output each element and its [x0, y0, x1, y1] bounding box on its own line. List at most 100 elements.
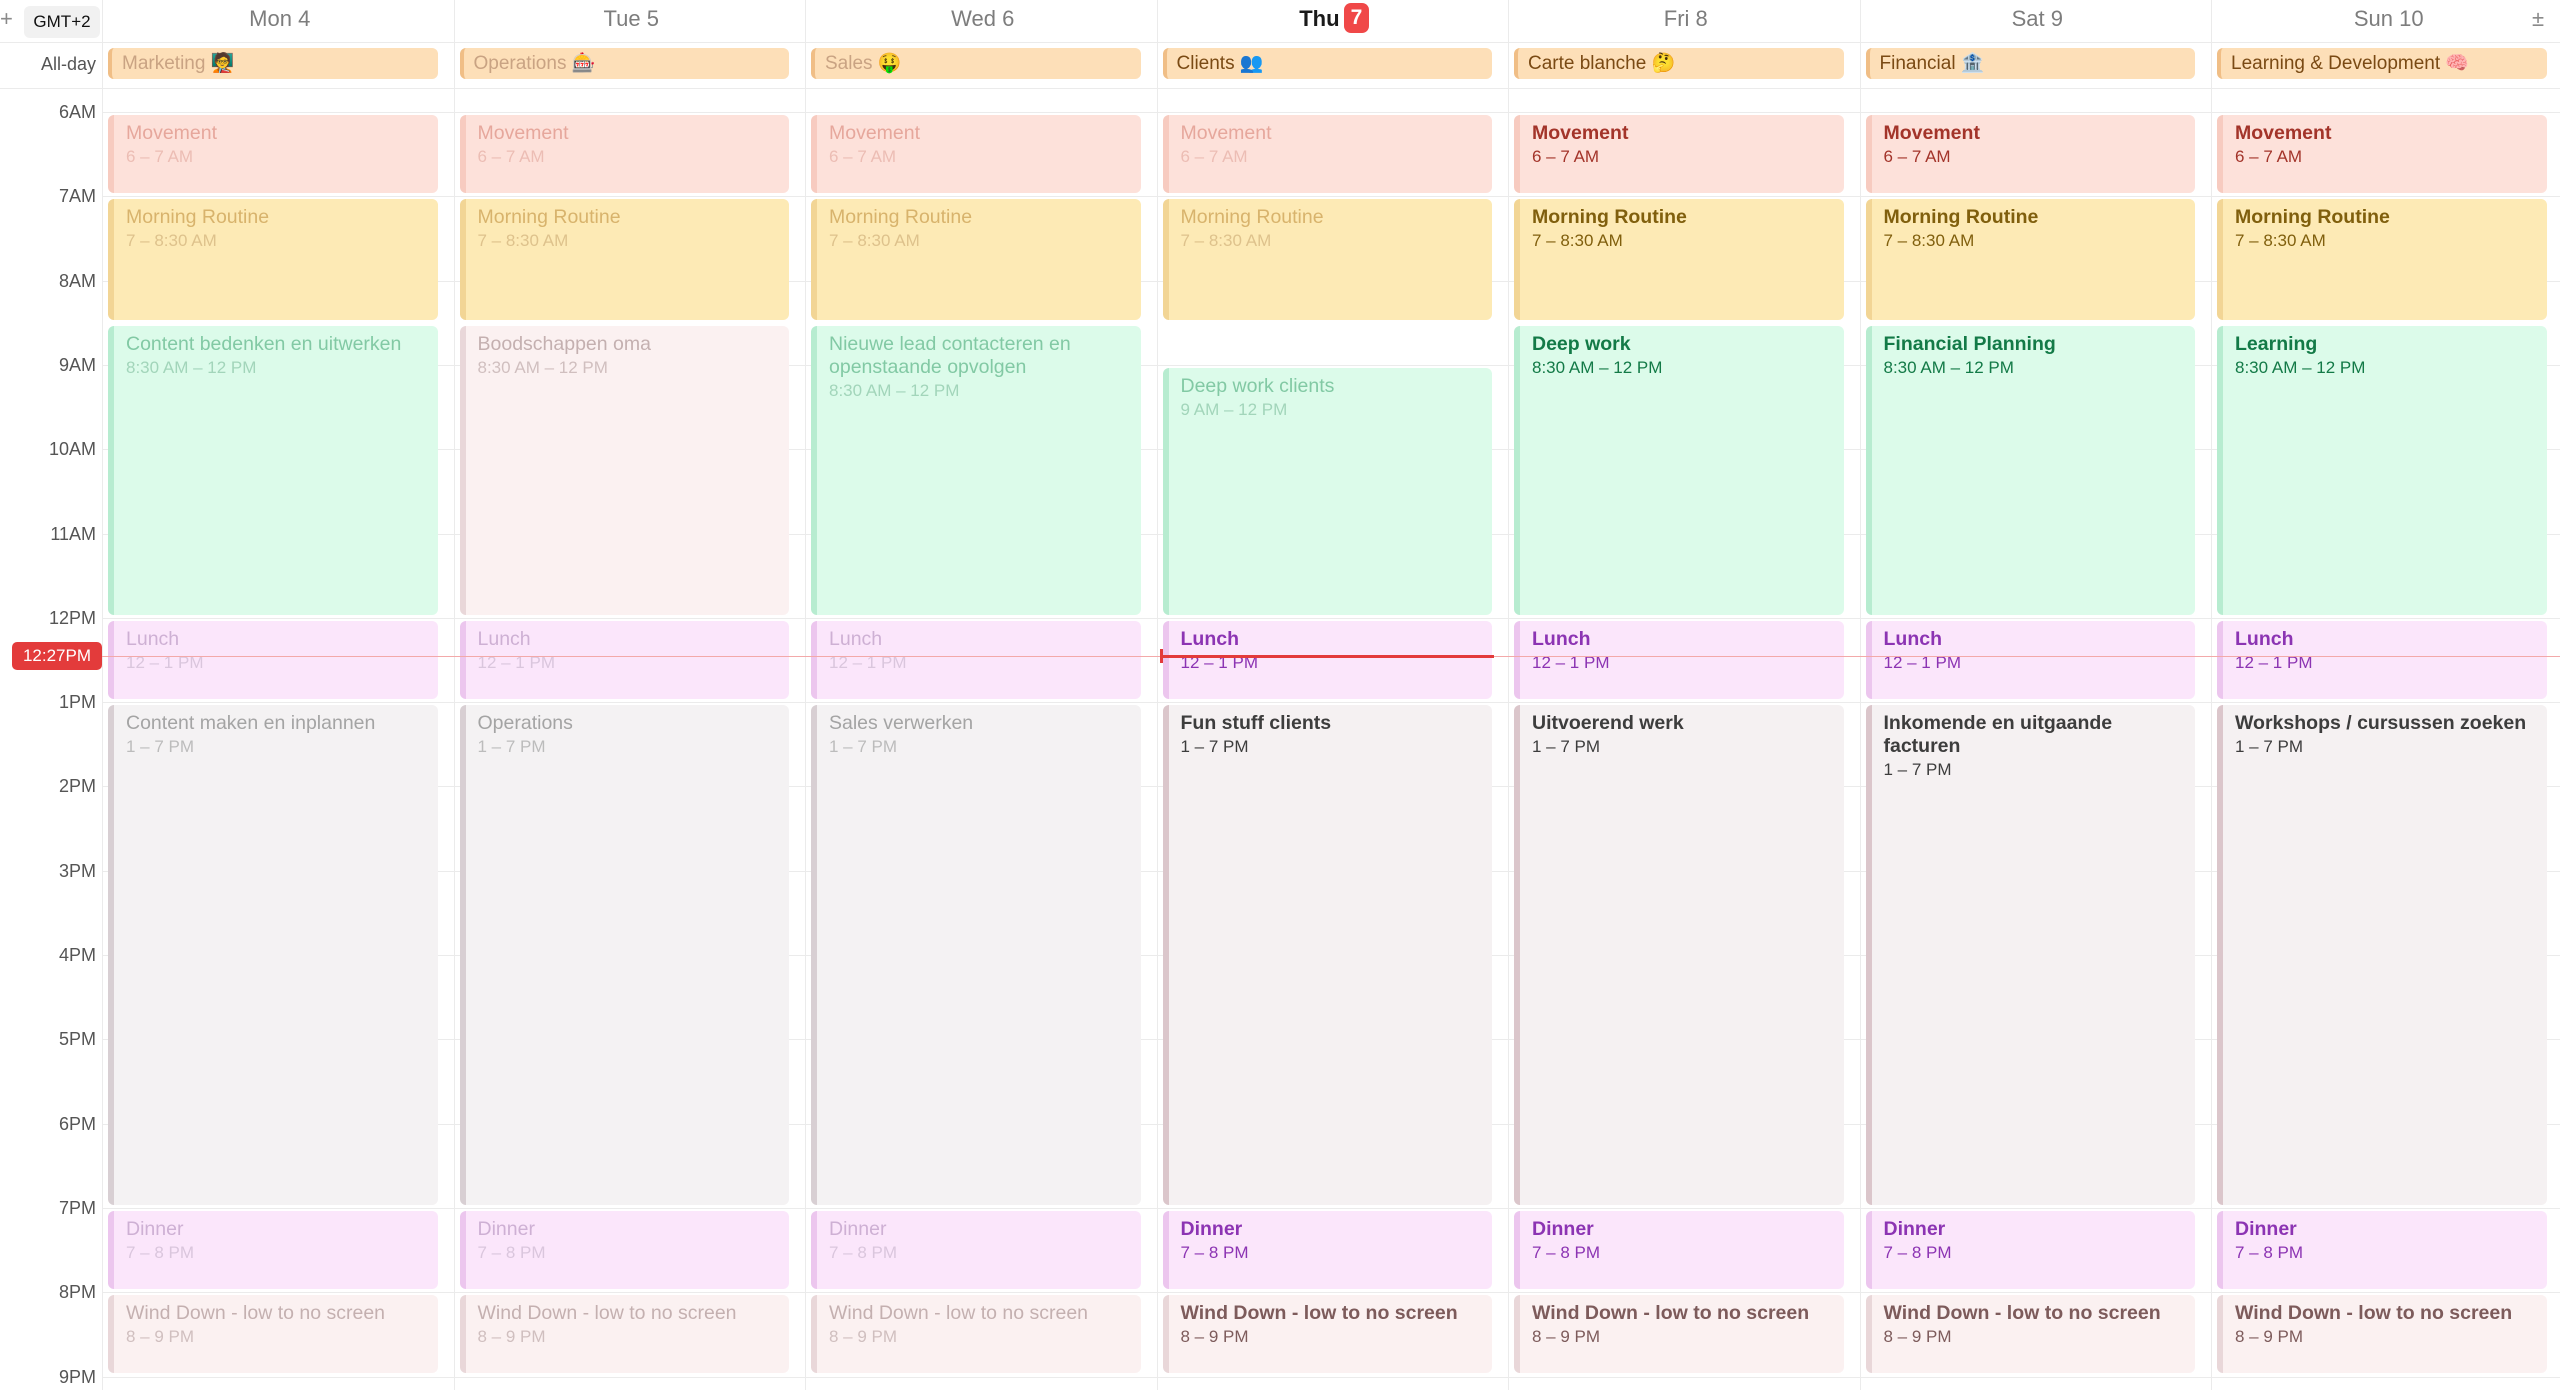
day-header-fri[interactable]: Fri 8: [1510, 0, 1862, 38]
day-header-sat[interactable]: Sat 9: [1862, 0, 2214, 38]
calendar-event[interactable]: Wind Down - low to no screen 8 – 9 PM: [1162, 1295, 1492, 1374]
allday-event[interactable]: Financial 🏦: [1865, 48, 2195, 79]
hour-gridline: [102, 196, 2560, 198]
hour-label: 4PM: [58, 945, 96, 965]
calendar-event[interactable]: Lunch 12 – 1 PM: [811, 620, 1141, 700]
day-header-thu[interactable]: Thu 7: [1159, 0, 1511, 38]
event-title: Lunch: [1883, 627, 1943, 650]
calendar-event[interactable]: Operations 1 – 7 PM: [459, 705, 789, 1205]
hour-gridline: [102, 1376, 2560, 1378]
event-title: Morning Routine: [1883, 206, 2039, 229]
event-title: Wind Down - low to no screen: [1180, 1302, 1458, 1325]
calendar-event[interactable]: Morning Routine 7 – 8:30 AM: [1162, 199, 1492, 320]
calendar-event[interactable]: Boodschappen oma 8:30 AM – 12 PM: [459, 325, 789, 615]
calendar-event[interactable]: Lunch 12 – 1 PM: [108, 620, 438, 700]
event-title: Morning Routine: [126, 206, 270, 229]
calendar-event[interactable]: Lunch 12 – 1 PM: [2217, 620, 2547, 700]
calendar-event[interactable]: Movement 6 – 7 AM: [1514, 115, 1844, 194]
timezone-badge[interactable]: GMT+2: [24, 6, 100, 38]
calendar-event[interactable]: Dinner 7 – 8 PM: [1514, 1210, 1844, 1290]
hour-label: 3PM: [58, 860, 96, 881]
day-header-sun[interactable]: Sun 10: [2213, 0, 2560, 38]
day-header-mon[interactable]: Mon 4: [104, 0, 456, 38]
calendar-event[interactable]: Dinner 7 – 8 PM: [1162, 1210, 1492, 1290]
calendar-event[interactable]: Dinner 7 – 8 PM: [1865, 1210, 2195, 1290]
calendar-event[interactable]: Workshops / cursussen zoeken 1 – 7 PM: [2217, 705, 2547, 1205]
event-time: 1 – 7 PM: [829, 737, 898, 757]
allday-event[interactable]: Operations 🎰: [459, 48, 789, 79]
hour-label: 11AM: [50, 523, 96, 544]
calendar-event[interactable]: Dinner 7 – 8 PM: [108, 1210, 438, 1290]
day-column-divider: [1508, 0, 1509, 1390]
calendar-event[interactable]: Morning Routine 7 – 8:30 AM: [2217, 199, 2547, 320]
calendar-event[interactable]: Lunch 12 – 1 PM: [459, 620, 789, 700]
event-title: Movement: [1883, 122, 1980, 144]
allday-event[interactable]: Clients 👥: [1162, 48, 1492, 79]
calendar-event[interactable]: Sales verwerken 1 – 7 PM: [811, 705, 1141, 1205]
calendar-event[interactable]: Movement 6 – 7 AM: [811, 115, 1141, 194]
calendar-event[interactable]: Deep work clients 9 AM – 12 PM: [1162, 367, 1492, 615]
event-title: Dinner: [477, 1217, 535, 1240]
event-time: 9 AM – 12 PM: [1180, 399, 1288, 419]
allday-event[interactable]: Sales 🤑: [811, 48, 1141, 79]
calendar-event[interactable]: Movement 6 – 7 AM: [1162, 115, 1492, 194]
calendar-event[interactable]: Learning 8:30 AM – 12 PM: [2217, 325, 2547, 615]
calendar-event[interactable]: Deep work 8:30 AM – 12 PM: [1514, 325, 1844, 615]
calendar-event[interactable]: Morning Routine 7 – 8:30 AM: [1514, 199, 1844, 320]
allday-event[interactable]: Marketing 🧑‍🏫: [108, 48, 438, 79]
hour-label: 2PM: [58, 776, 96, 797]
hour-gridline: [102, 617, 2560, 619]
event-title: Content maken en inplannen: [126, 712, 376, 735]
calendar-event[interactable]: Movement 6 – 7 AM: [1865, 115, 2195, 194]
calendar-event[interactable]: Wind Down - low to no screen 8 – 9 PM: [1514, 1295, 1844, 1374]
calendar-event[interactable]: Lunch 12 – 1 PM: [1865, 620, 2195, 700]
calendar-event[interactable]: Wind Down - low to no screen 8 – 9 PM: [811, 1295, 1141, 1374]
calendar-event[interactable]: Nieuwe lead contacteren en openstaande o…: [811, 325, 1141, 615]
event-time: 7 – 8:30 AM: [126, 231, 217, 251]
event-title: Nieuwe lead contacteren en openstaande o…: [829, 332, 1071, 378]
calendar-event[interactable]: Wind Down - low to no screen 8 – 9 PM: [108, 1295, 438, 1374]
day-header-tue[interactable]: Tue 5: [456, 0, 808, 38]
calendar-event[interactable]: Dinner 7 – 8 PM: [811, 1210, 1141, 1290]
calendar-event[interactable]: Morning Routine 7 – 8:30 AM: [459, 199, 789, 320]
calendar-event[interactable]: Movement 6 – 7 AM: [108, 115, 438, 194]
event-time: 7 – 8 PM: [1532, 1242, 1601, 1262]
calendar-event[interactable]: Wind Down - low to no screen 8 – 9 PM: [2217, 1295, 2547, 1374]
calendar-event[interactable]: Inkomende en uitgaande facturen 1 – 7 PM: [1865, 705, 2195, 1205]
calendar-event[interactable]: Movement 6 – 7 AM: [459, 115, 789, 194]
calendar-event[interactable]: Dinner 7 – 8 PM: [459, 1210, 789, 1290]
calendar-event[interactable]: Morning Routine 7 – 8:30 AM: [1865, 199, 2195, 320]
event-title: Lunch: [1180, 627, 1240, 650]
calendar-event[interactable]: Content bedenken en uitwerken 8:30 AM – 1…: [108, 325, 438, 615]
event-title: Movement: [477, 122, 569, 144]
event-time: 7 – 8:30 AM: [477, 231, 569, 251]
calendar-event[interactable]: Uitvoerend werk 1 – 7 PM: [1514, 705, 1844, 1205]
hour-label: 8AM: [58, 270, 96, 291]
calendar-event[interactable]: Fun stuff clients 1 – 7 PM: [1162, 705, 1492, 1205]
event-time: 6 – 7 AM: [2235, 147, 2303, 166]
event-title: Dinner: [1180, 1217, 1243, 1240]
calendar-event[interactable]: Wind Down - low to no screen 8 – 9 PM: [1865, 1295, 2195, 1374]
event-title: Morning Routine: [829, 206, 973, 229]
calendar-event[interactable]: Movement 6 – 7 AM: [2217, 115, 2547, 194]
day-header-wed[interactable]: Wed 6: [807, 0, 1159, 38]
event-time: 8 – 9 PM: [2235, 1327, 2304, 1347]
event-title: Movement: [126, 122, 218, 144]
allday-event[interactable]: Learning & Development 🧠: [2217, 48, 2547, 79]
calendar-event[interactable]: Morning Routine 7 – 8:30 AM: [811, 199, 1141, 320]
calendar-event[interactable]: Financial Planning 8:30 AM – 12 PM: [1865, 325, 2195, 615]
header-divider: [0, 42, 2560, 43]
calendar-event[interactable]: Wind Down - low to no screen 8 – 9 PM: [459, 1295, 789, 1374]
allday-event[interactable]: Carte blanche 🤔: [1514, 48, 1844, 79]
event-time: 1 – 7 PM: [1180, 737, 1249, 757]
event-title: Dinner: [1883, 1217, 1946, 1240]
calendar-event[interactable]: Morning Routine 7 – 8:30 AM: [108, 199, 438, 320]
calendar-event[interactable]: Content maken en inplannen 1 – 7 PM: [108, 705, 438, 1205]
calendar-event[interactable]: Lunch 12 – 1 PM: [1514, 620, 1844, 700]
event-time: 8:30 AM – 12 PM: [1532, 357, 1663, 377]
current-time-marker: [1159, 648, 1163, 663]
add-icon[interactable]: +: [0, 6, 13, 32]
calendar-event[interactable]: Dinner 7 – 8 PM: [2217, 1210, 2547, 1290]
event-time: 7 – 8:30 AM: [1883, 231, 1975, 251]
calendar-event[interactable]: Lunch 12 – 1 PM: [1162, 620, 1492, 700]
